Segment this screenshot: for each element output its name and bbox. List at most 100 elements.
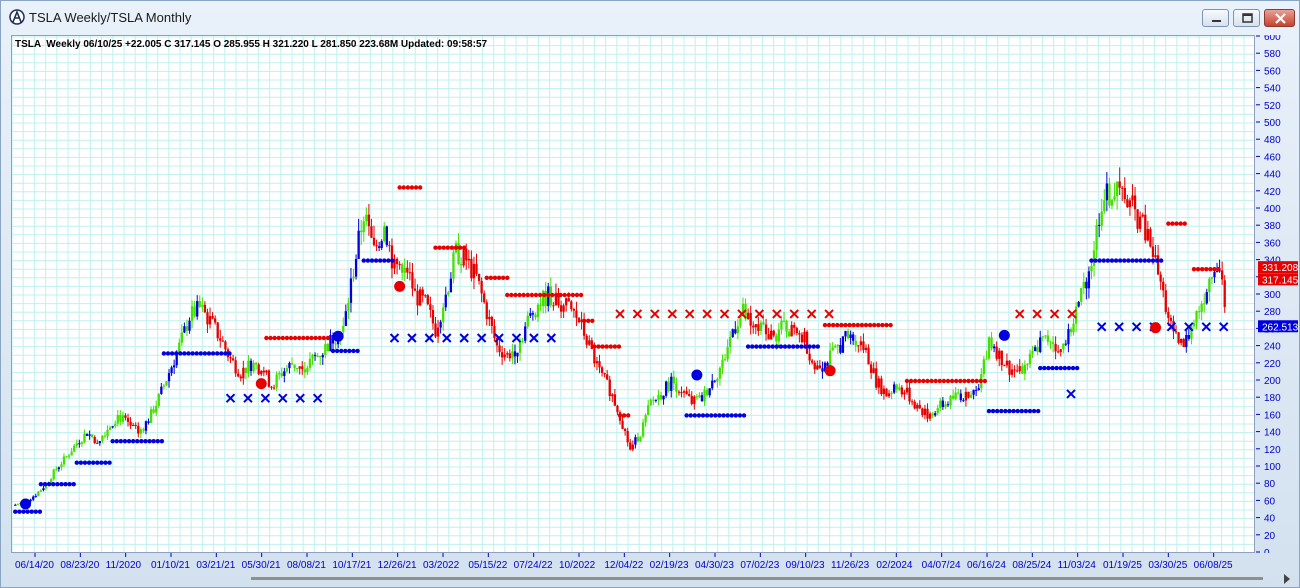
candle-body: [1069, 329, 1073, 333]
resistance-dot: [521, 292, 526, 298]
candle-body: [321, 354, 324, 358]
candle-body: [111, 426, 114, 428]
candle-body: [534, 314, 537, 318]
candle-body: [1033, 347, 1037, 352]
candle-body: [931, 413, 934, 416]
resistance-dot: [533, 292, 539, 298]
support-dot: [67, 482, 72, 487]
candle-body: [703, 389, 706, 402]
support-dot: [190, 351, 195, 356]
candle-body: [772, 330, 775, 336]
support-dot: [365, 258, 371, 263]
price-plot-area[interactable]: [11, 35, 1255, 553]
support-dot: [750, 344, 755, 349]
resistance-dot: [321, 335, 326, 341]
candle-body: [172, 365, 176, 368]
resistance-dot: [309, 335, 314, 341]
candle-body: [483, 293, 486, 303]
candle-body: [1010, 369, 1014, 375]
candle-body: [739, 316, 742, 327]
resistance-dot: [317, 335, 322, 341]
resistance-cross: [684, 309, 695, 319]
trend-reversal-marker: [255, 378, 267, 390]
candle-body: [1136, 209, 1139, 229]
resistance-cross: [702, 309, 712, 319]
candle-body: [680, 392, 683, 394]
candle-body: [654, 399, 658, 401]
candle-body: [916, 404, 919, 409]
candle-body: [32, 496, 35, 500]
date-tick-label: 10/2022: [559, 560, 596, 571]
support-dot: [390, 258, 395, 263]
resistance-dot: [1191, 267, 1197, 272]
resistance-dot: [433, 245, 438, 250]
candle-body: [1156, 255, 1160, 275]
candle-body: [690, 395, 693, 404]
support-dot: [692, 413, 698, 418]
candle-body: [1026, 364, 1029, 366]
candle-body: [188, 320, 191, 331]
maximize-button[interactable]: [1233, 9, 1260, 27]
minimize-button[interactable]: [1202, 9, 1229, 27]
candle-body: [918, 404, 921, 409]
support-dot: [343, 348, 348, 354]
candle-body: [103, 435, 107, 437]
candle-body: [524, 326, 527, 341]
candle-body: [977, 388, 980, 391]
support-dot: [811, 344, 816, 349]
title-bar[interactable]: TSLA Weekly/TSLA Monthly: [1, 1, 1299, 33]
candle-body: [254, 362, 258, 365]
candle-body: [16, 504, 19, 506]
candle-body: [90, 434, 94, 437]
support-dot: [214, 351, 220, 356]
support-dot: [799, 344, 804, 349]
candle-body: [306, 367, 309, 373]
candle-body: [577, 317, 581, 323]
support-dot: [25, 509, 30, 514]
candle-body: [370, 226, 373, 238]
candle-body: [60, 464, 63, 468]
candle-body: [1077, 301, 1080, 307]
candle-body: [862, 341, 865, 350]
candle-body: [985, 358, 988, 360]
candle-body: [367, 214, 371, 227]
candle-body: [383, 226, 386, 242]
candle-body: [239, 376, 242, 379]
support-dot: [361, 258, 366, 263]
candle-body: [908, 387, 911, 402]
support-dot: [86, 460, 92, 465]
candle-body: [611, 394, 614, 397]
resistance-dot: [537, 292, 543, 298]
candle-body: [875, 368, 878, 388]
candle-body: [1018, 366, 1021, 372]
candle-body: [349, 278, 353, 303]
candle-body: [201, 304, 204, 307]
candle-body: [634, 437, 637, 445]
candle-body: [242, 367, 245, 379]
resistance-dot: [830, 322, 836, 328]
candle-body: [787, 331, 791, 337]
resistance-dot: [826, 322, 832, 328]
resistance-dot: [288, 335, 294, 341]
scroll-right-arrow-icon[interactable]: [1281, 573, 1293, 585]
resistance-dot: [313, 335, 318, 341]
support-dot: [782, 344, 788, 349]
candle-body: [380, 241, 383, 248]
candle-body: [272, 387, 276, 389]
candle-body: [990, 337, 993, 349]
candle-body: [641, 422, 645, 437]
resistance-dot: [441, 245, 446, 250]
candle-body: [803, 331, 806, 343]
candle-body: [1223, 280, 1226, 308]
candle-body: [98, 441, 101, 444]
app-logo-icon: [9, 9, 25, 25]
support-dot: [107, 460, 112, 465]
support-dot: [684, 413, 689, 418]
candle-body: [196, 301, 199, 317]
close-button[interactable]: [1264, 9, 1295, 27]
candle-body: [442, 307, 445, 322]
candle-body: [729, 336, 732, 348]
horizontal-scrollbar-thumb[interactable]: [251, 577, 1263, 580]
support-dot: [1027, 408, 1033, 414]
candle-body: [1031, 351, 1034, 354]
